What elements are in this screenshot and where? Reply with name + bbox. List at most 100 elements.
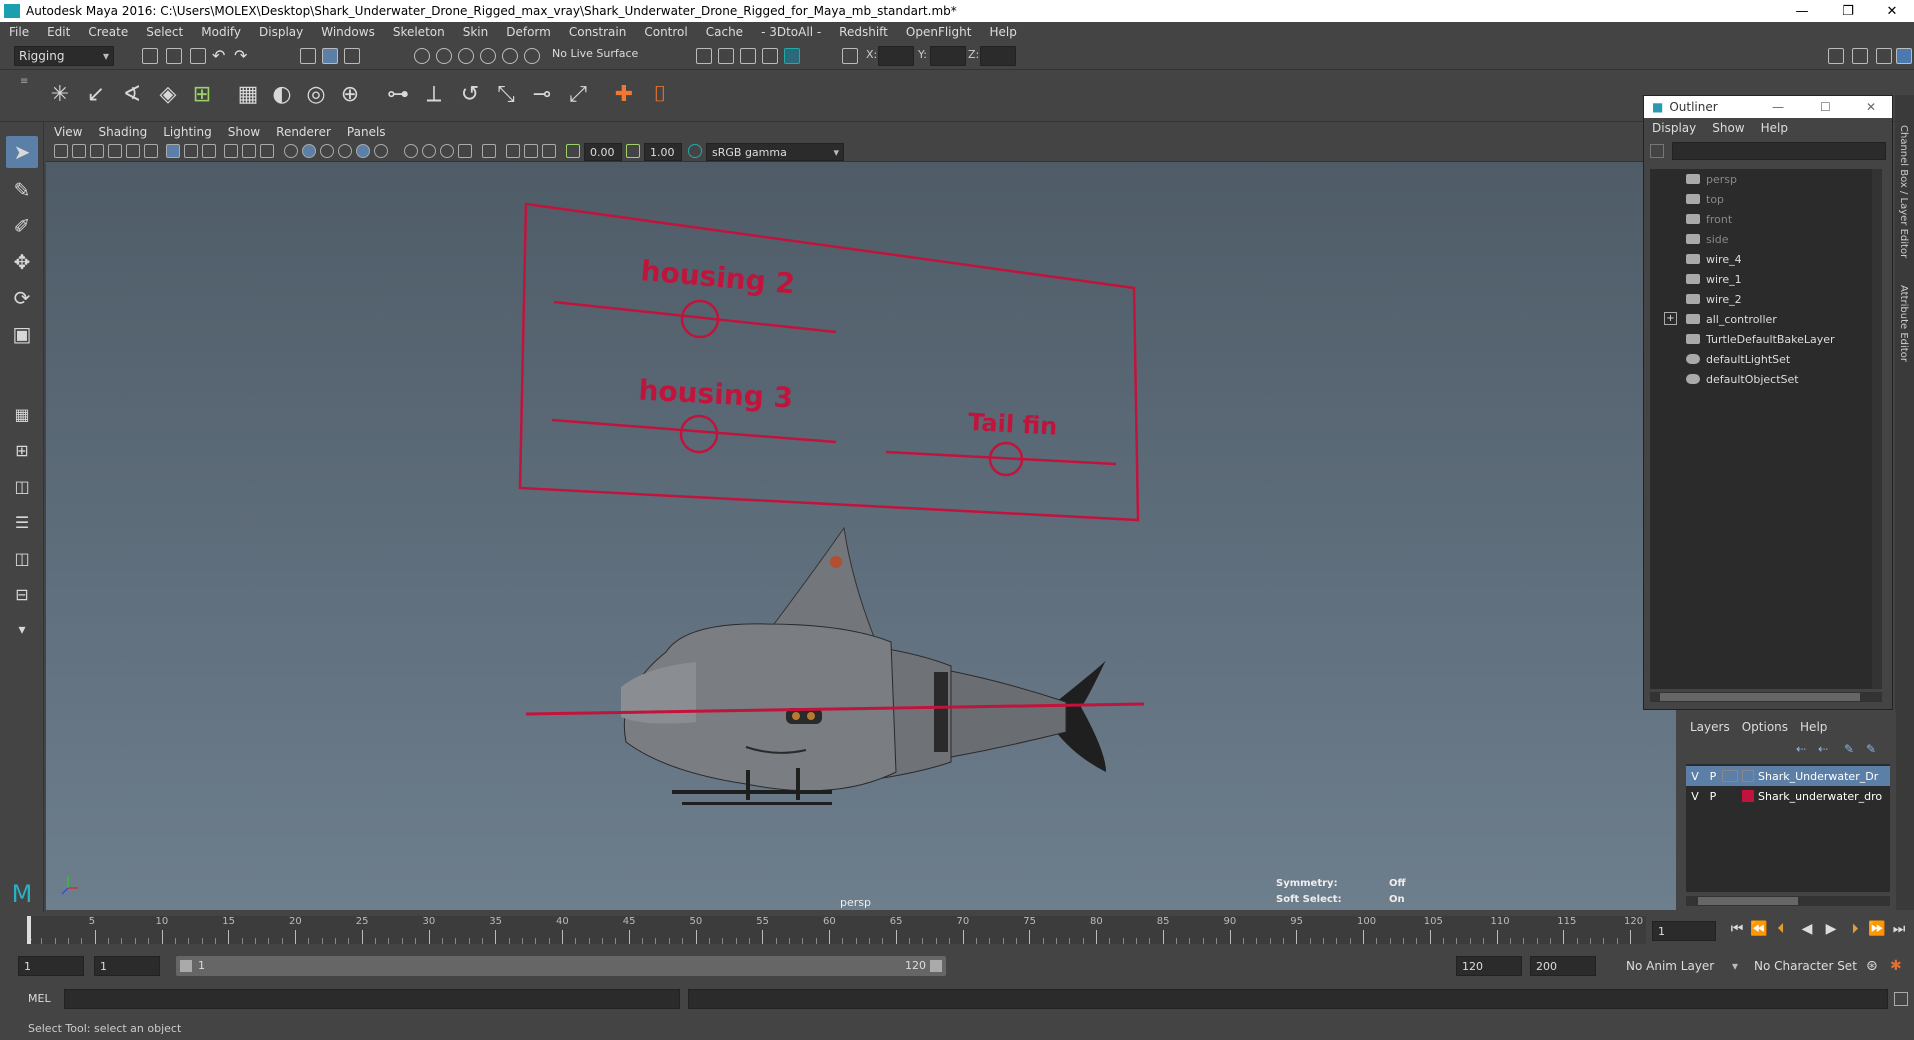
save-scene-icon[interactable] (190, 48, 206, 64)
menu-control[interactable]: Control (635, 25, 696, 39)
grease-pencil-icon[interactable] (144, 144, 158, 158)
hypershade-icon[interactable] (784, 48, 800, 64)
step-back-frame-icon[interactable]: ⏴ (1772, 920, 1790, 938)
maximize-icon[interactable]: ☐ (1820, 100, 1831, 114)
shark-drone-model[interactable] (621, 526, 1106, 805)
cluster-icon[interactable]: ⊞ (188, 80, 216, 108)
outliner-item[interactable]: defaultObjectSet (1686, 369, 1799, 389)
modeling-toolkit-icon[interactable] (1828, 48, 1844, 64)
outliner-item[interactable]: wire_1 (1686, 269, 1742, 289)
z-field[interactable] (980, 46, 1016, 66)
step-forward-frame-icon[interactable]: ⏵ (1846, 920, 1864, 938)
layer-visibility-toggle[interactable]: V (1686, 790, 1704, 803)
housing-2-control[interactable] (553, 299, 837, 339)
snap-surface-icon[interactable] (502, 48, 518, 64)
layer-type-box[interactable] (1722, 770, 1738, 782)
layer-playback-toggle[interactable]: P (1704, 790, 1722, 803)
go-to-end-icon[interactable]: ⏭ (1890, 920, 1908, 938)
two-view-icon[interactable]: ◫ (6, 470, 38, 502)
mode-dropdown[interactable]: Rigging ▾ (14, 46, 114, 66)
new-layer-icon[interactable]: ✎ (1844, 742, 1860, 758)
tail-fin-control[interactable] (885, 441, 1117, 477)
mel-input[interactable] (64, 989, 680, 1009)
magnet-icon[interactable] (524, 48, 540, 64)
script-editor-icon[interactable] (1894, 992, 1908, 1006)
outliner-item[interactable]: TurtleDefaultBakeLayer (1686, 329, 1835, 349)
layer-scrollbar[interactable] (1686, 896, 1890, 906)
smooth-shade-icon[interactable] (302, 144, 316, 158)
character-set-dropdown[interactable]: No Character Set (1750, 956, 1860, 976)
blendshape-icon[interactable]: ◎ (302, 80, 330, 108)
motion-blur-icon[interactable] (422, 144, 436, 158)
aim-constraint-icon[interactable]: ⊸ (528, 80, 556, 108)
open-scene-icon[interactable] (166, 48, 182, 64)
ambient-occlusion-icon[interactable] (404, 144, 418, 158)
controller-board[interactable] (518, 202, 1140, 522)
menu-openflight[interactable]: OpenFlight (897, 25, 981, 39)
layer-row[interactable]: V P Shark_Underwater_Dr (1686, 766, 1890, 786)
layer-menu-help[interactable]: Help (1794, 720, 1833, 734)
panel-menu-shading[interactable]: Shading (90, 125, 155, 139)
mel-label[interactable]: MEL (28, 992, 51, 1005)
field-chart-icon[interactable] (242, 144, 256, 158)
filter-icon[interactable] (1650, 144, 1664, 158)
wrap-icon[interactable]: ◐ (268, 80, 296, 108)
layer-type-box[interactable] (1722, 790, 1738, 802)
exposure-field[interactable]: 0.00 (584, 143, 622, 161)
curve-control-icon[interactable]: ⌷ (646, 80, 674, 108)
image-plane-icon[interactable] (108, 144, 122, 158)
move-layer-down-icon[interactable]: ⇠ (1818, 742, 1834, 758)
point-constraint-icon[interactable]: ⟂ (420, 80, 448, 108)
new-layer-selected-icon[interactable]: ✎ (1866, 742, 1882, 758)
outliner-item[interactable]: defaultLightSet (1686, 349, 1790, 369)
expand-icon[interactable]: + (1664, 312, 1677, 325)
render-frame-icon[interactable] (718, 48, 734, 64)
select-hierarchy-icon[interactable] (300, 48, 316, 64)
ik-spline-icon[interactable]: ∢ (118, 80, 146, 108)
tool-settings-icon[interactable] (1876, 48, 1892, 64)
start-frame-field[interactable]: 1 (18, 956, 84, 976)
select-tool-icon[interactable]: ➤ (6, 136, 38, 168)
render-settings-icon[interactable] (696, 48, 712, 64)
housing-3-control[interactable] (551, 414, 837, 454)
tab-attribute-editor[interactable]: Attribute Editor (1898, 285, 1909, 362)
select-object-icon[interactable] (322, 48, 338, 64)
restore-button[interactable]: ❐ (1828, 0, 1868, 22)
paint-select-icon[interactable]: ✐ (6, 210, 38, 242)
menu-cache[interactable]: Cache (697, 25, 752, 39)
step-forward-key-icon[interactable]: ⏩ (1868, 920, 1886, 938)
menu-select[interactable]: Select (137, 25, 192, 39)
menu-skeleton[interactable]: Skeleton (384, 25, 454, 39)
menu-edit[interactable]: Edit (38, 25, 79, 39)
scroll-thumb[interactable] (1698, 897, 1798, 905)
menu-3dtoall[interactable]: - 3DtoAll - (752, 25, 830, 39)
film-gate-icon[interactable] (184, 144, 198, 158)
scale-constraint-icon[interactable]: ⤡ (492, 80, 520, 108)
panel-menu-lighting[interactable]: Lighting (155, 125, 220, 139)
range-start-handle[interactable] (180, 960, 192, 972)
move-layer-up-icon[interactable]: ⇠ (1796, 742, 1812, 758)
shelf-handle-icon[interactable]: ≡ (20, 76, 28, 87)
outliner-item[interactable]: front (1686, 209, 1732, 229)
channel-box-icon[interactable] (1896, 48, 1912, 64)
scale-tool-icon[interactable]: ▣ (6, 318, 38, 350)
antialiasing-icon[interactable] (440, 144, 454, 158)
lights-icon[interactable] (356, 144, 370, 158)
hypershade-layout-icon[interactable]: ⊟ (6, 578, 38, 610)
scroll-thumb[interactable] (1660, 693, 1860, 701)
live-surface-label[interactable]: No Live Surface (552, 47, 638, 60)
outliner-menu-show[interactable]: Show (1704, 121, 1752, 135)
vertical-scrollbar[interactable] (1872, 169, 1882, 689)
locator-icon[interactable]: ✚ (610, 80, 638, 108)
persp-graph-icon[interactable]: ◫ (6, 542, 38, 574)
camera-select-icon[interactable] (54, 144, 68, 158)
lasso-tool-icon[interactable]: ✎ (6, 174, 38, 206)
outliner-search-input[interactable] (1672, 142, 1886, 160)
attribute-editor-icon[interactable] (1852, 48, 1868, 64)
transform-mode-icon[interactable] (842, 48, 858, 64)
rotate-tool-icon[interactable]: ⟳ (6, 282, 38, 314)
x-field[interactable] (878, 46, 914, 66)
snap-view-icon[interactable] (480, 48, 496, 64)
outliner-item[interactable]: wire_4 (1686, 249, 1742, 269)
redo-icon[interactable]: ↷ (234, 46, 247, 65)
